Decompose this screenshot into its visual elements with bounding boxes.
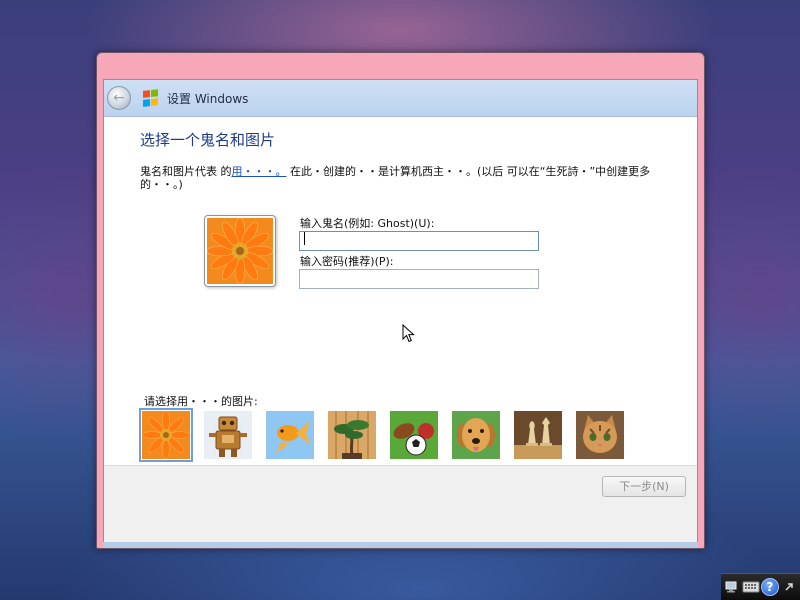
selected-avatar	[204, 215, 276, 287]
picture-sports-balls[interactable]	[390, 411, 438, 459]
description-text-start: 鬼名和图片代表 的	[140, 165, 232, 178]
page-title: 选择一个鬼名和图片	[140, 131, 276, 149]
main-content: 选择一个鬼名和图片 鬼名和图片代表 的用・・・。 在此・创建的・・是计算机西主・…	[104, 117, 697, 465]
picture-chess[interactable]	[514, 411, 562, 459]
setup-window: ← 设置 Windows 选择一个鬼名和图片 鬼名和图片代表 的用・・・。 在此…	[96, 52, 705, 549]
back-arrow-icon: ←	[113, 90, 125, 106]
picture-chooser	[139, 408, 638, 462]
password-input[interactable]	[299, 269, 539, 289]
picture-chooser-label: 请选择用・・・的图片:	[144, 395, 258, 408]
picture-flower[interactable]	[139, 408, 193, 462]
wizard-footer: 下一步(N)	[104, 465, 697, 542]
picture-robot[interactable]	[204, 411, 252, 459]
network-icon[interactable]	[723, 578, 741, 596]
password-label: 输入密码(推荐)(P):	[300, 255, 394, 268]
window-bottom-strip	[103, 542, 698, 548]
picture-kitten[interactable]	[576, 411, 624, 459]
next-button[interactable]: 下一步(N)	[602, 476, 686, 497]
description-link[interactable]: 用・・・。	[232, 165, 287, 178]
mouse-pointer-icon	[402, 324, 415, 343]
expand-tray-icon[interactable]	[780, 578, 798, 596]
picture-goldfish[interactable]	[266, 411, 314, 459]
keyboard-icon[interactable]	[742, 578, 760, 596]
window-title: 设置 Windows	[167, 91, 249, 106]
flower-avatar-image	[206, 217, 274, 285]
titlebar: ← 设置 Windows	[104, 80, 697, 117]
username-input[interactable]	[299, 231, 539, 251]
back-button[interactable]: ←	[107, 86, 131, 110]
system-tray: ?	[721, 573, 800, 600]
help-icon[interactable]: ?	[760, 578, 779, 596]
page-description: 鬼名和图片代表 的用・・・。 在此・创建的・・是计算机西主・・。(以后 可以在“…	[140, 165, 670, 191]
picture-dog[interactable]	[452, 411, 500, 459]
picture-bonsai[interactable]	[328, 411, 376, 459]
window-client-area: ← 设置 Windows 选择一个鬼名和图片 鬼名和图片代表 的用・・・。 在此…	[103, 79, 698, 542]
windows-logo-icon	[143, 89, 159, 107]
text-caret	[304, 232, 305, 245]
username-label: 输入鬼名(例如: Ghost)(U):	[300, 217, 435, 230]
